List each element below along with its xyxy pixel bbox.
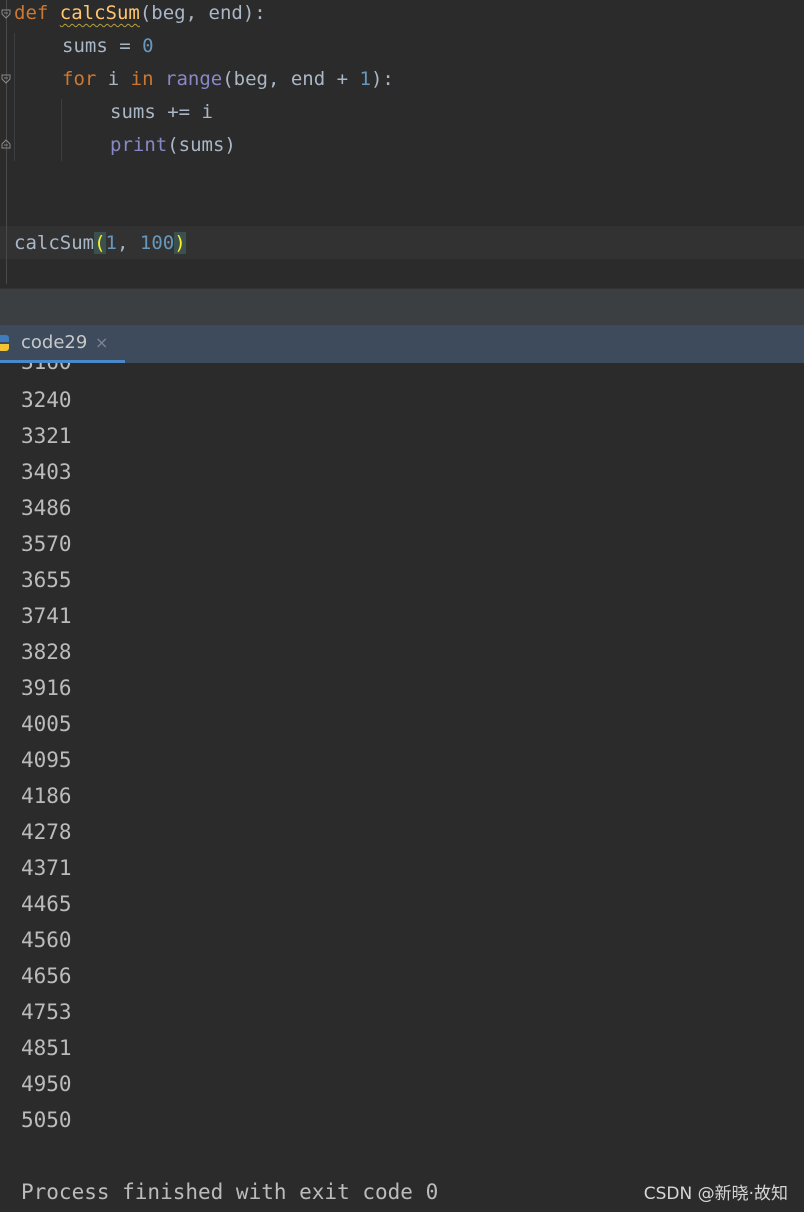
arg-2: 100 [139,232,175,254]
watermark: CSDN @新晓·故知 [643,1184,788,1204]
code-line-sums-init[interactable]: sums = 0 [62,30,154,63]
console-line: 4851 [21,1036,72,1060]
console-line: 3655 [21,568,72,592]
console-line: 4465 [21,892,72,916]
console-line: 4560 [21,928,72,952]
loop-var: i [96,68,131,90]
console-line: 3321 [21,424,72,448]
number-literal: 0 [142,35,154,57]
params: (beg, [139,2,209,24]
console-line: 4005 [21,712,72,736]
code-line-print[interactable]: print(sums) [110,129,236,162]
code-line-call[interactable]: calcSum(1, 100) [14,227,186,260]
def-close: ): [242,2,266,24]
indent-guide [14,33,15,161]
console-line: 3486 [21,496,72,520]
fold-open-icon[interactable] [1,9,11,19]
builtin-print: print [110,134,168,156]
run-console[interactable]: 3160 3240 3321 3403 3486 3570 3655 3741 3828 391… [0,363,804,1212]
function-name: calcSum [59,2,140,24]
code-line-for[interactable]: for i in range(beg, end + 1): [62,63,394,96]
tab-code29[interactable]: code29 × [0,325,125,363]
console-line: 3403 [21,460,72,484]
console-line: 4656 [21,964,72,988]
keyword-for: for [62,68,97,90]
number-literal: 1 [359,68,371,90]
keyword-def: def [14,2,49,24]
arg-1: 1 [105,232,117,254]
code-line-accumulate[interactable]: sums += i [110,96,213,129]
accumulate-stmt: sums += i [110,101,213,123]
range-args: (beg, end + [222,68,360,90]
console-line: 4186 [21,784,72,808]
console-line: 4950 [21,1072,72,1096]
print-args: (sums) [167,134,236,156]
python-icon [0,333,14,353]
keyword-in: in [130,68,154,90]
indent-guide [61,99,62,161]
console-line: 4095 [21,748,72,772]
close-icon[interactable]: × [95,333,108,352]
code-editor[interactable]: def calcSum(beg, end): sums = 0 for i in… [0,0,804,288]
call-name: calcSum [14,232,95,254]
console-line: 3741 [21,604,72,628]
console-line-partial: 3160 [21,363,72,380]
console-line: 3240 [21,388,72,412]
paren-open-highlight: ( [94,232,106,254]
console-line: 4753 [21,1000,72,1024]
fold-open-icon[interactable] [1,74,11,84]
arg-comma: , [116,232,140,254]
console-line: 4371 [21,856,72,880]
console-line: 3570 [21,532,72,556]
exit-message: Process finished with exit code 0 [21,1180,439,1204]
paren-close-highlight: ) [174,232,186,254]
panel-splitter[interactable] [0,288,804,326]
tab-label: code29 [21,332,88,353]
run-tool-tabbar: code29 × [0,325,804,363]
for-close: ): [370,68,394,90]
fold-close-icon[interactable] [1,139,11,149]
sums-assign: sums = [62,35,143,57]
console-line: 5050 [21,1108,72,1132]
param-end: end [208,2,243,24]
console-line: 4278 [21,820,72,844]
builtin-range: range [165,68,223,90]
code-line-def[interactable]: def calcSum(beg, end): [14,0,266,30]
console-line: 3916 [21,676,72,700]
console-line: 3828 [21,640,72,664]
